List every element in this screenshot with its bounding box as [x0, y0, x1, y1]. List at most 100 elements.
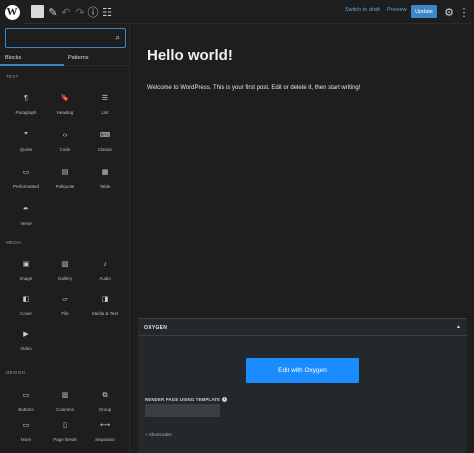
gear-icon[interactable]: ⚙ [441, 4, 457, 20]
block-verse[interactable]: ✒ Verse [6, 205, 46, 235]
block-label: Quote [19, 147, 33, 152]
columns-icon: ▥ [61, 392, 69, 399]
block-quote[interactable]: ❞ Quote [6, 131, 46, 161]
group-icon: ⧉ [102, 392, 108, 399]
buttons-icon: ▭ [22, 392, 30, 399]
category-media: MEDIA [6, 240, 22, 245]
media-text-icon: ◨ [101, 296, 109, 303]
cover-icon: ◧ [22, 296, 30, 303]
block-pullquote[interactable]: ▤ Pullquote [45, 168, 85, 198]
block-label: Columns [56, 407, 74, 412]
block-label: Code [59, 147, 71, 152]
block-cover[interactable]: ◧ Cover [6, 295, 46, 325]
feather-icon: ✒ [23, 206, 29, 213]
gallery-icon: ▧ [61, 261, 69, 268]
block-label: Media & Text [92, 311, 118, 316]
category-design: DESIGN [6, 370, 26, 375]
oxygen-metabox-header[interactable]: OXYGEN ▲ [138, 319, 467, 336]
collapse-caret-icon[interactable]: ▲ [456, 324, 461, 330]
render-template-label-text: RENDER PAGE USING TEMPLATE [145, 397, 221, 402]
list-icon: ☰ [101, 95, 109, 102]
block-table[interactable]: ▦ Table [85, 168, 125, 198]
block-group[interactable]: ⧉ Group [85, 391, 125, 421]
music-note-icon: ♪ [103, 261, 107, 268]
shortcodes-link[interactable]: + Shortcodes [145, 432, 172, 437]
render-template-label: RENDER PAGE USING TEMPLATE i [145, 397, 228, 403]
image-icon: ▣ [22, 261, 30, 268]
block-label: Pullquote [55, 184, 75, 189]
block-separator[interactable]: ⟷ Separator [85, 421, 125, 451]
top-toolbar: W ✎ ↶ ↷ ⓘ ☷ Switch to draft Preview Upda… [0, 0, 474, 24]
editor-canvas: Hello world! Welcome to WordPress. This … [131, 24, 474, 319]
block-classic[interactable]: ⌨ Classic [85, 131, 125, 161]
block-label: File [61, 311, 69, 316]
search-icon: ⌕ [115, 33, 120, 42]
update-button[interactable]: Update [411, 5, 437, 18]
block-label: Video [20, 346, 32, 351]
wordpress-logo-button[interactable]: W [0, 0, 24, 24]
code-icon: ‹› [62, 132, 68, 139]
list-view-icon[interactable]: ☷ [99, 4, 115, 20]
heading-icon: 🔖 [60, 95, 70, 102]
block-label: Audio [99, 276, 111, 281]
block-audio[interactable]: ♪ Audio [85, 260, 125, 290]
block-gallery[interactable]: ▧ Gallery [45, 260, 85, 290]
block-label: More [20, 437, 32, 442]
block-label: Gallery [57, 276, 73, 281]
tab-patterns[interactable]: Patterns [68, 55, 88, 61]
switch-to-draft-button[interactable]: Switch to draft [345, 7, 380, 13]
block-inserter-button[interactable] [31, 5, 44, 18]
table-icon: ▦ [101, 169, 109, 176]
tab-blocks[interactable]: Blocks [5, 55, 21, 61]
block-paragraph[interactable]: ¶ Paragraph [6, 94, 46, 124]
block-label: List [101, 110, 109, 115]
preview-button[interactable]: Preview [387, 7, 407, 13]
inserter-tabs: Blocks Patterns [0, 52, 130, 66]
post-title[interactable]: Hello world! [147, 47, 233, 64]
page-break-icon: ▯ [63, 422, 67, 429]
block-label: Image [19, 276, 33, 281]
oxygen-title: OXYGEN [144, 325, 168, 331]
preformatted-icon: ▭ [22, 169, 30, 176]
block-label: Paragraph [15, 110, 37, 115]
block-media-text[interactable]: ◨ Media & Text [85, 295, 125, 325]
block-video[interactable]: ▶ Video [6, 330, 46, 360]
keyboard-icon: ⌨ [99, 132, 111, 139]
block-page-break[interactable]: ▯ Page Break [45, 421, 85, 451]
block-preformatted[interactable]: ▭ Preformatted [6, 168, 46, 198]
category-text: TEXT [6, 74, 19, 79]
folder-icon: ▱ [62, 296, 68, 303]
block-more[interactable]: ▭ More [6, 421, 46, 451]
oxygen-metabox: OXYGEN ▲ Edit with Oxygen RENDER PAGE US… [138, 318, 467, 453]
block-label: Page Break [53, 437, 77, 442]
wordpress-logo-icon: W [4, 4, 20, 20]
paragraph-icon: ¶ [24, 95, 28, 102]
block-inserter-panel: ⌕ Blocks Patterns TEXT MEDIA DESIGN ¶ Par… [0, 24, 130, 453]
block-label: Buttons [18, 407, 34, 412]
block-label: Table [99, 184, 111, 189]
more-options-icon[interactable]: ⋮ [456, 4, 472, 20]
block-label: Classic [97, 147, 113, 152]
block-label: Cover [19, 311, 32, 316]
block-label: Heading [56, 110, 74, 115]
block-list[interactable]: ☰ List [85, 94, 125, 124]
edit-with-oxygen-button[interactable]: Edit with Oxygen [246, 358, 359, 383]
pullquote-icon: ▤ [61, 169, 69, 176]
block-label: Group [98, 407, 112, 412]
block-search-input[interactable]: ⌕ [5, 28, 126, 48]
active-tab-indicator [0, 64, 64, 66]
block-buttons[interactable]: ▭ Buttons [6, 391, 46, 421]
more-icon: ▭ [22, 422, 30, 429]
post-paragraph[interactable]: Welcome to WordPress. This is your first… [147, 85, 360, 91]
block-file[interactable]: ▱ File [45, 295, 85, 325]
block-label: Verse [20, 221, 32, 226]
info-icon[interactable]: i [222, 397, 228, 403]
quote-icon: ❞ [24, 132, 28, 139]
block-label: Separator [95, 437, 115, 442]
block-code[interactable]: ‹› Code [45, 131, 85, 161]
block-heading[interactable]: 🔖 Heading [45, 94, 85, 124]
block-label: Preformatted [12, 184, 39, 189]
block-image[interactable]: ▣ Image [6, 260, 46, 290]
template-select[interactable] [145, 404, 220, 417]
block-columns[interactable]: ▥ Columns [45, 391, 85, 421]
